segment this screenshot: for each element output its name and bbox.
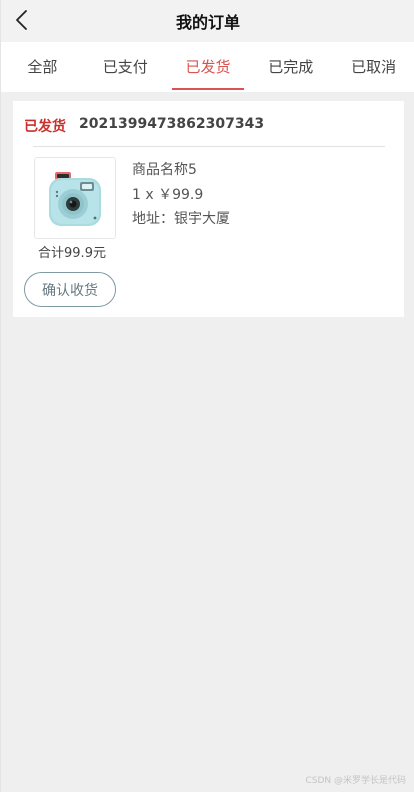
product-image[interactable] (34, 157, 116, 239)
orders-page: 我的订单 全部 已支付 已发货 已完成 已取消 已发货 202139947386… (0, 0, 414, 792)
tab-paid[interactable]: 已支付 (84, 42, 167, 92)
order-status-label: 已发货 (24, 119, 66, 135)
order-total: 合计99.9元 (38, 246, 106, 261)
top-bar: 我的订单 (1, 0, 414, 42)
page-title: 我的订单 (175, 13, 240, 32)
shipping-address: 地址：银宇大厦 (132, 211, 230, 227)
product-quantity-price: 1 x ￥99.9 (132, 187, 204, 203)
card-divider (33, 146, 385, 147)
tab-cancelled[interactable]: 已取消 (332, 42, 414, 92)
order-card: 已发货 2021399473862307343 商品名称5 1 x ￥99.9 … (13, 101, 404, 317)
order-number: 2021399473862307343 (79, 116, 265, 132)
product-name: 商品名称5 (132, 162, 197, 178)
confirm-receipt-button[interactable]: 确认收货 (24, 272, 116, 307)
order-status-tabs: 全部 已支付 已发货 已完成 已取消 (1, 42, 414, 92)
tab-shipped[interactable]: 已发货 (167, 42, 250, 92)
tab-completed[interactable]: 已完成 (249, 42, 332, 92)
tab-all[interactable]: 全部 (1, 42, 84, 92)
instant-camera-product-image (35, 158, 115, 238)
watermark: CSDN @米罗学长是代码 (305, 776, 406, 786)
